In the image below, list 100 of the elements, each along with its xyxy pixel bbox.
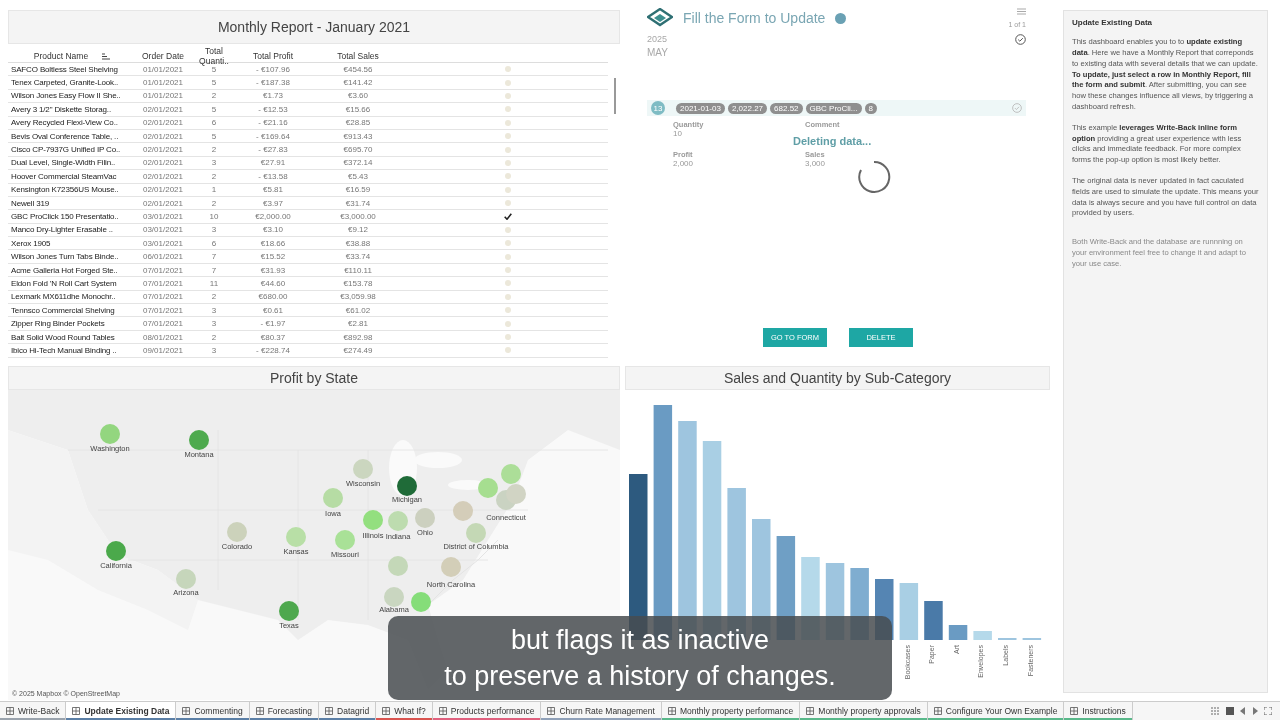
table-cell-text: 07/01/2021 xyxy=(141,292,184,302)
row-dot[interactable] xyxy=(505,159,511,166)
sort-icon[interactable] xyxy=(102,52,111,60)
table-cell-text: SAFCO Boltless Steel Shelving xyxy=(10,64,119,74)
scrollbar[interactable] xyxy=(614,78,616,114)
table-cell-text: €0.61 xyxy=(262,305,284,315)
row-dot[interactable] xyxy=(505,66,511,73)
table-cell-text: Xerox 1905 xyxy=(10,238,52,248)
row-dot[interactable] xyxy=(505,226,511,233)
table-cell-text: Zipper Ring Binder Pockets xyxy=(10,319,106,329)
tab-grid-icon xyxy=(72,707,81,715)
table-cell-text: 7 xyxy=(210,252,218,262)
value-chip: 2021-01-03 xyxy=(676,102,725,114)
table-cell-text: €1.73 xyxy=(262,91,284,101)
check-circle-icon[interactable] xyxy=(1015,34,1026,45)
sheet-tab[interactable]: Churn Rate Management xyxy=(541,702,662,720)
table-cell-text: 5 xyxy=(210,131,218,141)
table-cell-text: 02/01/2021 xyxy=(141,104,184,114)
table-cell-text: 07/01/2021 xyxy=(141,319,184,329)
sheet-tab[interactable]: Instructions xyxy=(1064,702,1133,720)
table-cell-text: Manco Dry-Lighter Erasable .. xyxy=(10,225,114,235)
sheet-tab[interactable]: Commenting xyxy=(176,702,250,720)
row-dot[interactable] xyxy=(505,133,511,140)
tab-grid-icon xyxy=(438,707,447,715)
tab-grid-icon xyxy=(667,707,676,715)
table-cell-text: 6 xyxy=(210,238,218,248)
tab-grid-icon xyxy=(806,707,815,715)
row-dot[interactable] xyxy=(505,320,511,327)
column-header[interactable]: Product Name xyxy=(33,51,89,61)
table-cell-text: €2.81 xyxy=(347,319,369,329)
value-chip: 2,022.27 xyxy=(727,102,768,114)
row-dot[interactable] xyxy=(505,173,511,180)
sheet-tab[interactable]: Write-Back xyxy=(0,702,67,720)
table-cell-text: €2,000.00 xyxy=(254,212,292,221)
table-cell-text: 01/01/2021 xyxy=(141,91,184,101)
row-dot[interactable] xyxy=(505,334,511,340)
square-view-icon[interactable] xyxy=(1226,707,1234,715)
row-dot[interactable] xyxy=(505,307,511,314)
row-dot[interactable] xyxy=(505,92,511,99)
table-cell-text: 07/01/2021 xyxy=(141,305,184,315)
check-icon[interactable] xyxy=(504,213,512,220)
table-cell-text: GBC ProClick 150 Presentatio.. xyxy=(10,212,120,221)
table-cell-text: €695.70 xyxy=(342,145,374,155)
sheet-tab[interactable]: What If? xyxy=(376,702,433,720)
column-header[interactable]: Total Profit xyxy=(238,51,308,61)
row-dot[interactable] xyxy=(505,293,511,300)
row-dot[interactable] xyxy=(505,200,511,207)
sheet-tab[interactable]: Update Existing Data xyxy=(66,702,177,720)
row-dot[interactable] xyxy=(505,240,511,247)
table-cell-text: €5.81 xyxy=(262,185,284,195)
layers-logo-icon xyxy=(647,8,673,28)
row-dot[interactable] xyxy=(505,146,511,153)
row-dot[interactable] xyxy=(505,280,511,287)
check-circle-icon[interactable] xyxy=(1012,103,1022,113)
fullscreen-icon[interactable] xyxy=(1264,707,1272,715)
tab-grid-icon xyxy=(382,707,391,715)
sheet-tab[interactable]: Monthly property performance xyxy=(661,702,801,720)
table-cell-text: 5 xyxy=(210,78,218,88)
table-cell-text: 2 xyxy=(210,91,218,101)
column-header[interactable]: Order Date xyxy=(136,51,190,61)
table-cell-text: 07/01/2021 xyxy=(141,278,184,288)
sheet-tab[interactable]: Monthly property approvals xyxy=(800,702,928,720)
row-dot[interactable] xyxy=(505,253,511,260)
table-cell-text: €3,000.00 xyxy=(339,212,377,221)
year-label: 2025 xyxy=(647,34,668,44)
row-dot[interactable] xyxy=(505,106,511,113)
list-icon[interactable] xyxy=(1017,8,1026,15)
row-dot[interactable] xyxy=(505,267,511,274)
table-cell-text: Ibico Hi-Tech Manual Binding .. xyxy=(10,345,118,355)
table-cell-text: 10 xyxy=(208,212,220,221)
status-text: Deleting data... xyxy=(793,135,872,147)
previous-icon[interactable] xyxy=(1240,707,1246,715)
table-cell-text: - €13.58 xyxy=(257,171,289,181)
table-cell-text: €3,059.98 xyxy=(339,292,377,302)
chart-title: Sales and Quantity by Sub-Category xyxy=(625,366,1050,390)
sheet-tab[interactable]: Forecasting xyxy=(249,702,320,720)
column-header[interactable]: Total Sales xyxy=(308,51,408,61)
sheet-tab[interactable]: Products performance xyxy=(432,702,542,720)
sheet-tab[interactable]: Datagrid xyxy=(319,702,377,720)
table-cell-text: 6 xyxy=(210,118,218,128)
grid-view-icon[interactable] xyxy=(1211,707,1220,715)
tab-grid-icon xyxy=(182,707,191,715)
table-cell-text: 3 xyxy=(210,225,218,235)
next-icon[interactable] xyxy=(1252,707,1258,715)
table-cell-text: €80.37 xyxy=(259,332,287,342)
table-cell-text: Avery 3 1/2" Diskette Storag.. xyxy=(10,104,113,114)
table-cell-text: 2 xyxy=(210,292,218,302)
table-cell-text: €18.66 xyxy=(259,238,287,248)
row-dot[interactable] xyxy=(505,79,511,86)
row-dot[interactable] xyxy=(505,347,511,354)
sheet-tab[interactable]: Configure Your Own Example xyxy=(927,702,1065,720)
row-dot[interactable] xyxy=(505,186,511,193)
table-cell-text: €31.74 xyxy=(344,198,372,208)
table-cell-text: 01/01/2021 xyxy=(141,64,184,74)
column-header[interactable]: Total Quanti.. xyxy=(190,46,238,66)
info-icon[interactable] xyxy=(835,12,847,24)
row-dot[interactable] xyxy=(505,119,511,126)
table-cell-text: Hoover Commercial SteamVac xyxy=(10,171,118,181)
table-cell-text: 09/01/2021 xyxy=(141,345,184,355)
table-cell-text: 03/01/2021 xyxy=(141,225,184,235)
